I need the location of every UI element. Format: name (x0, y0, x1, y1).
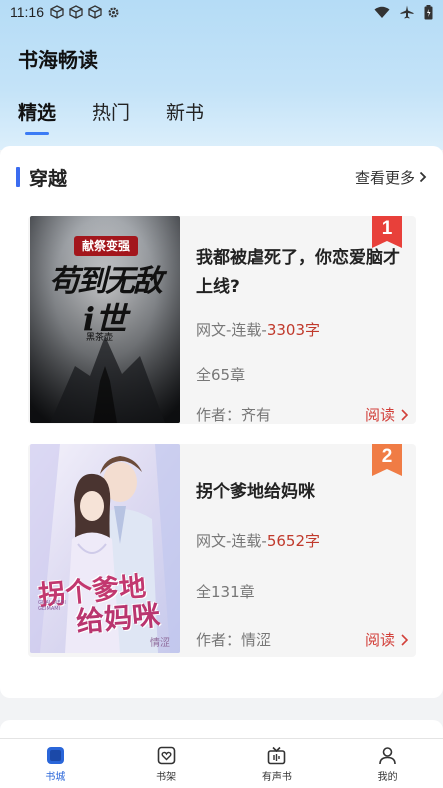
book-author: 作者：齐有 (196, 406, 272, 424)
book-item[interactable]: 拐个爹地 GUAI DIEDI GEIMAMI 给妈咪 情涩 2 拐个爹地给妈咪… (28, 444, 416, 657)
read-label: 阅读 (364, 631, 395, 649)
chevron-right-icon (401, 408, 408, 421)
tab-featured[interactable]: 精选 (18, 98, 56, 135)
bottom-navigation: 书城 书架 有声书 我的 (0, 738, 443, 788)
cube-icon (50, 5, 64, 19)
nav-label: 我的 (377, 772, 398, 783)
read-label: 阅读 (364, 406, 395, 424)
wifi-icon (374, 6, 390, 18)
cover-title-line2: 给妈咪 (74, 598, 162, 639)
status-system-icons (374, 4, 433, 20)
book-chapters: 全65章 (196, 366, 246, 384)
rank-number: 1 (381, 218, 393, 239)
book-cover[interactable]: 拐个爹地 GUAI DIEDI GEIMAMI 给妈咪 情涩 (30, 444, 180, 653)
book-category: 网文-连载- (196, 532, 267, 550)
see-more-button[interactable]: 查看更多 (355, 167, 427, 188)
airplane-icon (400, 5, 414, 19)
nav-label: 书架 (156, 772, 177, 783)
section-header: 穿越 查看更多 (16, 166, 427, 190)
rank-number: 2 (381, 446, 393, 467)
book-meta: 网文-连载-3303字 (196, 319, 320, 340)
book-word-count: 3303字 (266, 321, 321, 339)
tab-hot[interactable]: 热门 (92, 98, 130, 135)
book-chapters: 全131章 (196, 583, 255, 601)
battery-icon (424, 4, 433, 19)
cover-author-mark: 情涩 (150, 638, 170, 649)
book-author: 作者：情涩 (196, 631, 272, 649)
book-title[interactable]: 我都被虐死了，你恋爱脑才上线? (196, 244, 406, 302)
audiobook-icon (268, 746, 286, 765)
cover-banner-text: 献祭变强 (81, 239, 130, 253)
app-title: 书海畅读 (18, 48, 98, 72)
gear-icon (108, 6, 119, 18)
nav-label: 有声书 (261, 772, 292, 783)
section-accent-bar (16, 167, 20, 187)
book-category: 网文-连载- (196, 321, 267, 339)
bookstore-icon (46, 747, 64, 764)
status-bar: 11:16 (0, 0, 443, 24)
section-card: 穿越 查看更多 献祭变强 苟到无敌 ⅰ世 黑茶壶 1 我都被虐死了，你恋爱脑才上… (0, 146, 443, 698)
book-meta: 网文-连载-5652字 (196, 530, 320, 551)
nav-label: 书城 (45, 772, 66, 783)
book-word-count: 5652字 (266, 532, 321, 550)
bookshelf-icon (157, 746, 175, 765)
status-notification-icons (50, 5, 120, 19)
rank-badge: 2 (372, 444, 402, 476)
section-title: 穿越 (29, 167, 68, 190)
status-time: 11:16 (10, 4, 44, 20)
nav-profile[interactable]: 我的 (332, 739, 443, 788)
see-more-label: 查看更多 (354, 168, 415, 187)
nav-bookshelf[interactable]: 书架 (111, 739, 222, 788)
profile-icon (379, 747, 396, 765)
cover-subtext: GUAI DIEDI GEIMAMI (38, 600, 66, 612)
chevron-right-icon (419, 171, 427, 183)
read-button[interactable]: 阅读 (365, 404, 408, 425)
cube-icon (69, 5, 83, 19)
category-tabs: 精选 热门 新书 (18, 98, 204, 135)
book-item[interactable]: 献祭变强 苟到无敌 ⅰ世 黑茶壶 1 我都被虐死了，你恋爱脑才上线? 网文-连载… (28, 216, 416, 424)
nav-audiobook[interactable]: 有声书 (222, 739, 333, 788)
chevron-right-icon (401, 633, 408, 646)
cover-author-mark: 黑茶壶 (86, 333, 114, 343)
cube-icon (88, 5, 102, 19)
tab-new[interactable]: 新书 (166, 98, 204, 135)
nav-bookstore[interactable]: 书城 (0, 739, 111, 788)
book-cover[interactable]: 献祭变强 苟到无敌 ⅰ世 黑茶壶 (30, 216, 180, 423)
book-title[interactable]: 拐个爹地给妈咪 (196, 478, 406, 507)
read-button[interactable]: 阅读 (365, 629, 408, 650)
